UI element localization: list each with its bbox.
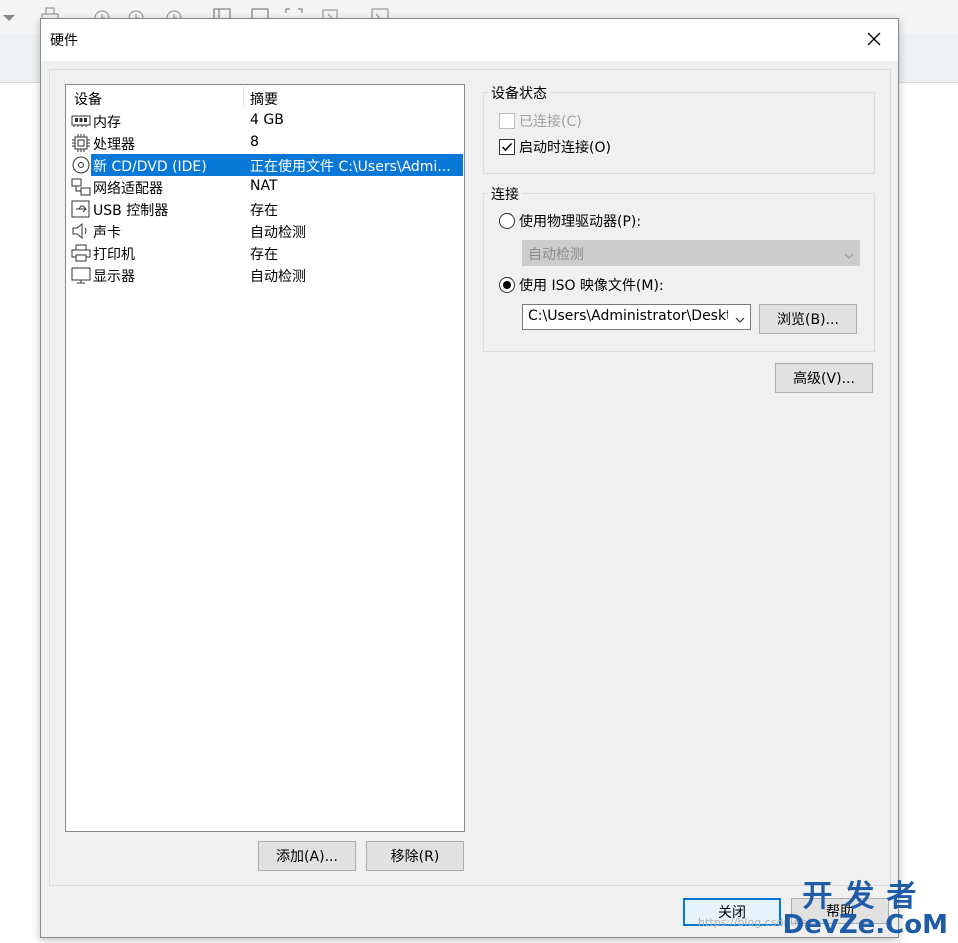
connect-at-power-on-checkbox[interactable]: [499, 139, 515, 155]
watermark-line2: DevZe.CoM: [782, 910, 948, 940]
remove-button[interactable]: 移除(R): [366, 841, 464, 871]
connect-at-power-on-label: 启动时连接(O): [519, 140, 611, 156]
device-name: 声卡: [93, 225, 121, 241]
sound-card-icon: [71, 222, 91, 240]
checkmark-icon: [501, 142, 513, 152]
physical-drive-value: 自动检测: [528, 247, 584, 263]
device-list-header: 设备 摘要: [66, 85, 464, 109]
device-row-usb-controller[interactable]: USB 控制器 存在: [66, 198, 464, 220]
connected-checkbox[interactable]: [499, 113, 515, 129]
device-list[interactable]: 设备 摘要 内存 4 GB 处理器 8 新 CD/DVD (IDE) 正在使用文…: [65, 84, 465, 832]
browse-button[interactable]: 浏览(B)...: [759, 304, 857, 334]
device-summary: 存在: [250, 247, 278, 263]
display-icon: [71, 266, 91, 284]
advanced-button[interactable]: 高级(V)...: [775, 363, 873, 393]
device-summary: 正在使用文件 C:\Users\Admi...: [250, 159, 451, 175]
hardware-dialog: 硬件 设备 摘要 内存 4 GB 处理器 8 新 CD/DVD (IDE) 正在…: [40, 18, 899, 938]
column-header-summary[interactable]: 摘要: [250, 89, 278, 109]
watermark: 开发者 DevZe.CoM: [782, 879, 948, 940]
close-icon[interactable]: [858, 25, 890, 53]
device-summary: 自动检测: [250, 225, 306, 241]
device-row-network-adapter[interactable]: 网络适配器 NAT: [66, 176, 464, 198]
iso-path-value: C:\Users\Administrator\Deskto: [528, 308, 728, 324]
device-summary: 4 GB: [250, 112, 284, 128]
device-name: 处理器: [93, 137, 135, 153]
device-row-printer[interactable]: 打印机 存在: [66, 242, 464, 264]
device-row-cd-dvd[interactable]: 新 CD/DVD (IDE) 正在使用文件 C:\Users\Admi...: [66, 154, 464, 176]
device-name: 新 CD/DVD (IDE): [93, 159, 207, 175]
physical-drive-radio[interactable]: [499, 213, 515, 229]
device-summary: 8: [250, 134, 259, 150]
device-name: 显示器: [93, 269, 135, 285]
radio-dot: [503, 281, 511, 289]
device-summary: 存在: [250, 203, 278, 219]
device-status-label: 设备状态: [488, 83, 550, 103]
device-status-group: [483, 92, 875, 174]
connected-label: 已连接(C): [519, 114, 582, 130]
physical-drive-select[interactable]: 自动检测: [522, 240, 860, 266]
add-button[interactable]: 添加(A)...: [258, 841, 356, 871]
column-separator[interactable]: [243, 86, 244, 108]
device-row-memory[interactable]: 内存 4 GB: [66, 110, 464, 132]
iso-path-combobox[interactable]: C:\Users\Administrator\Deskto: [522, 304, 751, 330]
device-name: 内存: [93, 115, 121, 131]
iso-image-label: 使用 ISO 映像文件(M):: [519, 278, 664, 294]
chevron-down-icon: [735, 312, 745, 323]
device-name: 网络适配器: [93, 181, 163, 197]
device-summary: 自动检测: [250, 269, 306, 285]
device-row-processor[interactable]: 处理器 8: [66, 132, 464, 154]
device-row-sound-card[interactable]: 声卡 自动检测: [66, 220, 464, 242]
memory-icon: [71, 112, 91, 130]
device-summary: NAT: [250, 178, 278, 194]
chevron-down-icon: [844, 248, 854, 259]
column-header-device[interactable]: 设备: [74, 89, 102, 109]
usb-icon: [71, 200, 91, 218]
iso-image-radio[interactable]: [499, 277, 515, 293]
device-name: USB 控制器: [93, 203, 169, 219]
dialog-title: 硬件: [50, 33, 78, 49]
physical-drive-label: 使用物理驱动器(P):: [519, 214, 642, 230]
device-row-display[interactable]: 显示器 自动检测: [66, 264, 464, 286]
processor-icon: [71, 134, 91, 152]
network-adapter-icon: [71, 178, 91, 196]
device-name: 打印机: [93, 247, 135, 263]
dropdown-arrow-icon: [0, 8, 20, 28]
watermark-line1: 开发者: [802, 879, 929, 914]
printer-icon: [71, 244, 91, 262]
connection-label: 连接: [488, 184, 522, 204]
cd-dvd-icon: [71, 156, 91, 174]
dialog-titlebar: 硬件: [41, 19, 898, 61]
